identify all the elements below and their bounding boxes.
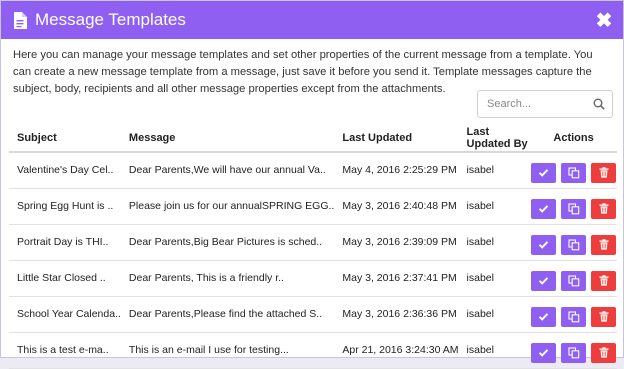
cell-last-updated-by: isabel — [458, 332, 531, 369]
column-subject[interactable]: Subject — [9, 125, 121, 153]
cell-subject: Little Star Closed .. — [9, 260, 121, 297]
templates-table: Subject Message Last Updated Last Update… — [9, 125, 617, 369]
dialog-title: Message Templates — [35, 10, 186, 29]
column-last-updated-by[interactable]: Last Updated By — [458, 125, 531, 153]
copy-icon — [568, 239, 579, 251]
check-icon — [538, 169, 549, 177]
table-header-row: Subject Message Last Updated Last Update… — [9, 125, 617, 153]
cell-subject: Portrait Day is THI.. — [9, 224, 121, 261]
cell-subject: Spring Egg Hunt is .. — [9, 188, 121, 225]
table-row[interactable]: Valentine's Day Cel.. Dear Parents,We wi… — [9, 152, 617, 189]
delete-template-button[interactable] — [591, 343, 616, 363]
message-templates-dialog: Message Templates ✖ Here you can manage … — [0, 0, 624, 369]
cell-message: Dear Parents, This is a friendly r.. — [120, 260, 335, 297]
copy-icon — [568, 311, 579, 323]
cell-last-updated-by: isabel — [458, 224, 531, 261]
check-icon — [538, 205, 549, 213]
use-template-button[interactable] — [531, 271, 557, 291]
cell-last-updated: May 3, 2016 2:37:41 PM — [334, 260, 459, 297]
cell-message: Dear Parents,Please find the attached S.… — [120, 296, 335, 333]
table-row[interactable]: Spring Egg Hunt is .. Please join us for… — [9, 188, 617, 225]
table-row[interactable]: School Year Calenda.. Dear Parents,Pleas… — [9, 296, 617, 333]
close-icon[interactable]: ✖ — [595, 8, 613, 33]
copy-template-button[interactable] — [561, 307, 587, 327]
cell-subject: Valentine's Day Cel.. — [9, 152, 121, 189]
table-row[interactable]: Little Star Closed .. Dear Parents, This… — [9, 260, 617, 297]
copy-icon — [568, 203, 579, 215]
trash-icon — [599, 275, 608, 286]
cell-actions — [530, 224, 617, 261]
copy-icon — [568, 275, 579, 287]
trash-icon — [599, 311, 608, 322]
trash-icon — [599, 167, 608, 178]
cell-message: Dear Parents,We will have our annual Va.… — [120, 152, 335, 189]
delete-template-button[interactable] — [591, 271, 616, 291]
cell-actions — [530, 260, 617, 297]
delete-template-button[interactable] — [591, 163, 616, 184]
column-actions: Actions — [530, 125, 617, 153]
cell-last-updated-by: isabel — [458, 188, 531, 225]
column-last-updated[interactable]: Last Updated — [334, 125, 459, 153]
cell-message: Dear Parents,Big Bear Pictures is sched.… — [120, 224, 335, 261]
cell-actions — [530, 332, 617, 369]
cell-last-updated-by: isabel — [458, 152, 531, 189]
cell-actions — [530, 152, 617, 189]
search-icon[interactable] — [593, 98, 605, 110]
cell-last-updated-by: isabel — [458, 260, 531, 297]
cell-actions — [530, 188, 617, 225]
cell-subject: This is a test e-ma.. — [9, 332, 121, 369]
copy-template-button[interactable] — [561, 163, 587, 184]
search-box — [477, 90, 613, 118]
copy-template-button[interactable] — [561, 235, 587, 255]
use-template-button[interactable] — [531, 199, 557, 219]
delete-template-button[interactable] — [591, 199, 616, 219]
check-icon — [538, 349, 549, 357]
cell-subject: School Year Calenda.. — [9, 296, 121, 333]
use-template-button[interactable] — [531, 235, 557, 255]
copy-icon — [568, 167, 579, 179]
check-icon — [538, 313, 549, 321]
cell-actions — [530, 296, 617, 333]
delete-template-button[interactable] — [591, 307, 616, 327]
cell-last-updated: May 3, 2016 2:40:48 PM — [334, 188, 459, 225]
cell-last-updated-by: isabel — [458, 296, 531, 333]
cell-message: Please join us for our annualSPRING EGG.… — [120, 188, 335, 225]
table-row[interactable]: This is a test e-ma.. This is an e-mail … — [9, 332, 617, 369]
column-message[interactable]: Message — [120, 125, 335, 153]
check-icon — [538, 277, 549, 285]
copy-template-button[interactable] — [561, 271, 587, 291]
use-template-button[interactable] — [531, 343, 557, 363]
cell-last-updated: May 4, 2016 2:25:29 PM — [334, 152, 459, 189]
trash-icon — [599, 347, 608, 358]
cell-message: This is an e-mail I use for testing... — [120, 332, 335, 369]
delete-template-button[interactable] — [591, 235, 616, 255]
copy-template-button[interactable] — [561, 343, 587, 363]
trash-icon — [599, 239, 608, 250]
check-icon — [538, 241, 549, 249]
document-icon — [14, 11, 27, 29]
table-row[interactable]: Portrait Day is THI.. Dear Parents,Big B… — [9, 224, 617, 261]
cell-last-updated: May 3, 2016 2:39:09 PM — [334, 224, 459, 261]
search-input[interactable] — [478, 98, 593, 110]
dialog-header: Message Templates ✖ — [1, 1, 623, 39]
cell-last-updated: Apr 21, 2016 3:24:30 AM — [334, 332, 459, 369]
use-template-button[interactable] — [531, 163, 557, 184]
trash-icon — [599, 203, 608, 214]
copy-icon — [568, 347, 579, 359]
copy-template-button[interactable] — [561, 199, 587, 219]
cell-last-updated: May 3, 2016 2:36:36 PM — [334, 296, 459, 333]
use-template-button[interactable] — [531, 307, 557, 327]
